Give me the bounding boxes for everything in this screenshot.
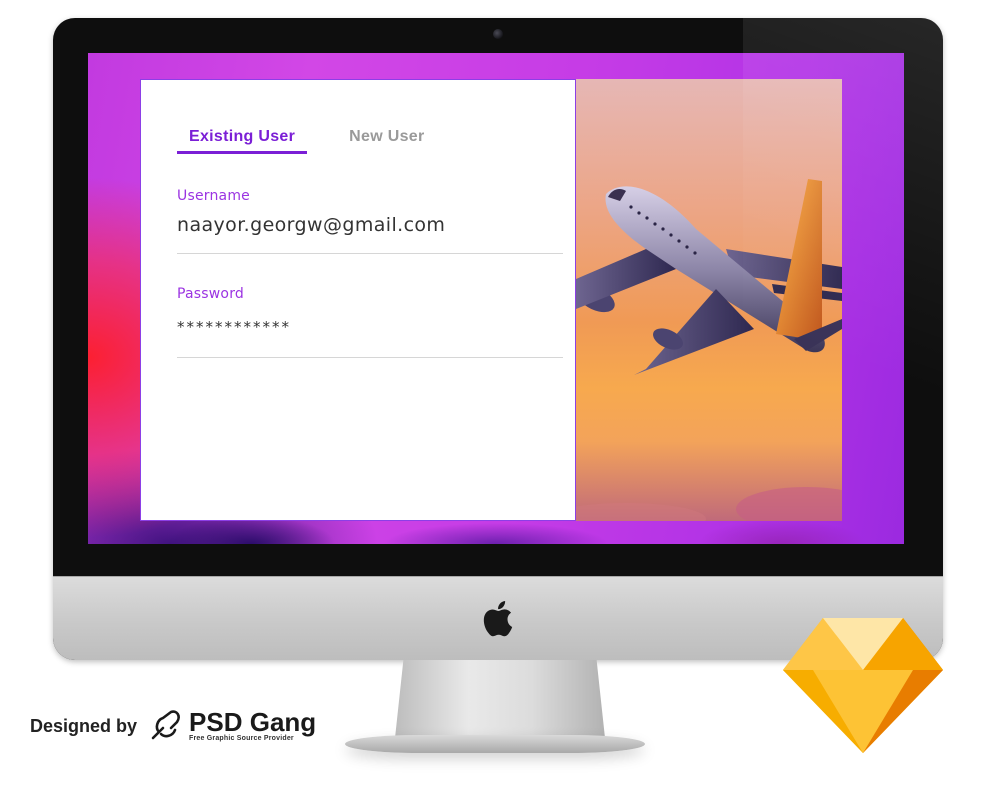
apple-icon xyxy=(483,601,513,637)
imac-monitor: Existing User New User Username naayor.g… xyxy=(53,18,943,660)
tab-existing-user[interactable]: Existing User xyxy=(177,126,308,154)
password-label: Password xyxy=(177,286,244,302)
credit-block: Designed by PSD Gang Free Graphic Source… xyxy=(30,706,316,746)
psd-brand-tagline: Free Graphic Source Provider xyxy=(189,735,294,742)
tab-new-user[interactable]: New User xyxy=(337,126,436,154)
psd-brand: PSD Gang Free Graphic Source Provider xyxy=(189,707,317,742)
username-label: Username xyxy=(177,188,250,204)
screen: Existing User New User Username naayor.g… xyxy=(88,53,904,544)
username-input[interactable]: naayor.georgw@gmail.com xyxy=(177,214,563,236)
airplane-photo xyxy=(576,79,842,521)
camera-icon xyxy=(493,29,503,39)
psd-gang-logo-icon xyxy=(151,710,180,740)
username-field: Username naayor.georgw@gmail.com xyxy=(177,188,563,254)
imac-stand-base xyxy=(345,735,645,753)
sketch-diamond-icon xyxy=(783,618,943,753)
password-field: Password ************ xyxy=(177,286,563,358)
password-input[interactable]: ************ xyxy=(177,318,563,336)
credit-prefix: Designed by xyxy=(30,715,138,736)
login-card: Existing User New User Username naayor.g… xyxy=(140,79,576,521)
psd-brand-name: PSD Gang xyxy=(189,707,317,737)
chin-seam xyxy=(53,576,943,577)
login-tabs: Existing User New User xyxy=(177,126,437,156)
imac-stand-neck xyxy=(395,660,605,738)
